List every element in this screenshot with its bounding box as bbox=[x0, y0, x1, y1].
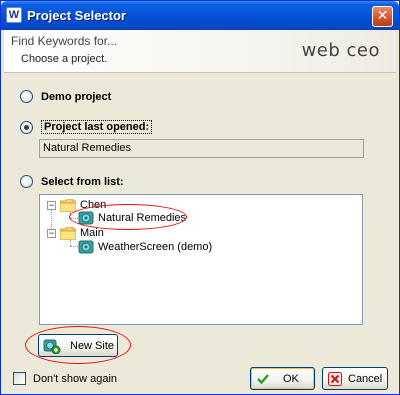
cancel-x-icon bbox=[328, 371, 342, 386]
tree-connector bbox=[70, 246, 78, 247]
annotation-ellipse bbox=[25, 326, 131, 364]
checkbox-icon[interactable] bbox=[13, 372, 26, 385]
last-opened-project-field: Natural Remedies bbox=[39, 139, 364, 158]
collapse-icon[interactable]: − bbox=[47, 228, 56, 238]
radio-button-checked-icon[interactable] bbox=[20, 120, 33, 134]
tree-item-weatherscreen[interactable]: WeatherScreen (demo) bbox=[78, 239, 212, 255]
select-from-list-label: Select from list: bbox=[41, 175, 124, 188]
close-button[interactable]: ✕ bbox=[372, 6, 393, 27]
dont-show-again-checkbox[interactable]: Don't show again bbox=[13, 372, 117, 385]
title-bar[interactable]: W Project Selector ✕ bbox=[1, 1, 399, 30]
header-subtitle: Choose a project. bbox=[21, 53, 108, 65]
radio-demo-project[interactable]: Demo project bbox=[20, 90, 111, 103]
tree-item-label: WeatherScreen (demo) bbox=[98, 241, 213, 253]
header-title: Find Keywords for... bbox=[11, 34, 118, 48]
dont-show-again-label: Don't show again bbox=[33, 372, 118, 385]
demo-project-label: Demo project bbox=[41, 90, 112, 103]
app-icon: W bbox=[6, 7, 22, 23]
tree-group-label: Main bbox=[80, 227, 104, 239]
dialog-header: Find Keywords for... Choose a project. w… bbox=[4, 30, 396, 73]
project-selector-window: W Project Selector ✕ Find Keywords for..… bbox=[0, 0, 400, 395]
cancel-button[interactable]: Cancel bbox=[322, 367, 388, 390]
radio-select-from-list[interactable]: Select from list: bbox=[20, 175, 124, 188]
webceo-logo: web ceo bbox=[301, 40, 380, 61]
ok-label: OK bbox=[283, 372, 299, 385]
site-globe-icon bbox=[78, 240, 94, 254]
ok-button[interactable]: OK bbox=[250, 367, 315, 390]
annotation-ellipse bbox=[69, 204, 187, 230]
window-title: Project Selector bbox=[27, 8, 126, 23]
project-last-opened-label: Project last opened: bbox=[41, 120, 153, 134]
radio-button-icon[interactable] bbox=[20, 175, 33, 188]
folder-icon bbox=[60, 226, 76, 240]
collapse-icon[interactable]: − bbox=[47, 200, 56, 210]
cancel-label: Cancel bbox=[348, 372, 383, 385]
radio-button-icon[interactable] bbox=[20, 90, 33, 103]
check-icon bbox=[257, 373, 269, 384]
radio-project-last-opened[interactable]: Project last opened: bbox=[20, 120, 153, 134]
folder-icon bbox=[60, 198, 76, 212]
